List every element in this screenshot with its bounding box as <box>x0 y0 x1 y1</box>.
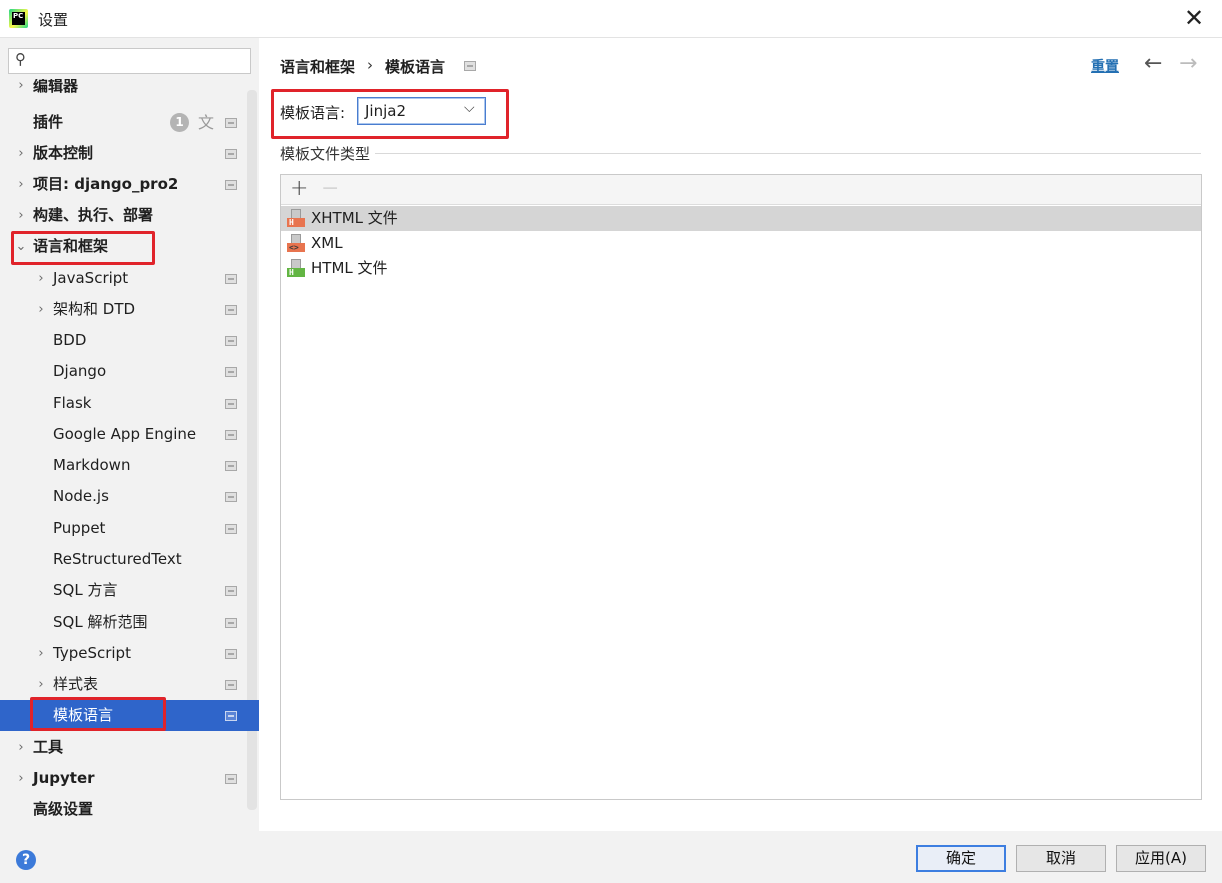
project-scope-icon <box>225 180 237 190</box>
dialog-footer: ? 确定 取消 应用(A) <box>0 831 1222 883</box>
highlight-box <box>30 697 166 731</box>
project-scope-icon <box>225 680 237 690</box>
settings-sidebar: ⚲ › 编辑器 插件 1 文 › 版本控制 › 项目: django_pro2 … <box>0 38 259 831</box>
sidebar-item-schemas-dtd[interactable]: › 架构和 DTD <box>0 294 259 325</box>
chevron-right-icon: › <box>18 208 24 223</box>
project-scope-icon <box>225 618 237 628</box>
sidebar-item-tools[interactable]: › 工具 <box>0 732 259 763</box>
add-icon[interactable]: + <box>290 176 308 201</box>
chevron-right-icon: › <box>18 146 24 161</box>
chevron-right-icon: › <box>38 271 44 286</box>
project-scope-icon <box>225 399 237 409</box>
search-icon: ⚲ <box>15 50 26 68</box>
project-scope-icon <box>225 774 237 784</box>
project-scope-icon <box>225 367 237 377</box>
list-item[interactable]: <> XML <box>281 231 1201 256</box>
project-scope-icon <box>225 274 237 284</box>
sidebar-item-sql-resolution-scopes[interactable]: SQL 解析范围 <box>0 607 259 638</box>
apply-button[interactable]: 应用(A) <box>1116 845 1206 872</box>
project-scope-icon <box>225 305 237 315</box>
remove-icon[interactable]: − <box>321 176 339 201</box>
project-scope-icon <box>225 492 237 502</box>
group-separator <box>375 153 1201 154</box>
sidebar-item-vcs[interactable]: › 版本控制 <box>0 138 259 169</box>
search-input[interactable]: ⚲ <box>8 48 251 74</box>
chevron-right-icon: › <box>18 771 24 786</box>
sidebar-item-editor[interactable]: › 编辑器 <box>0 79 259 101</box>
sidebar-item-plugins[interactable]: 插件 1 文 <box>0 107 259 138</box>
sidebar-item-nodejs[interactable]: Node.js <box>0 481 259 512</box>
project-scope-icon <box>464 61 476 71</box>
list-item[interactable]: H XHTML 文件 <box>281 206 1201 231</box>
chevron-right-icon: › <box>38 677 44 692</box>
project-scope-icon <box>225 461 237 471</box>
project-scope-icon <box>225 524 237 534</box>
html-file-icon: H <box>287 259 305 278</box>
sidebar-item-javascript[interactable]: › JavaScript <box>0 263 259 294</box>
sidebar-item-restructuredtext[interactable]: ReStructuredText <box>0 544 259 575</box>
file-types-list: + − H XHTML 文件 <> XML H HTML 文件 <box>280 174 1202 800</box>
title-bar: PC 设置 ✕ <box>0 0 1222 38</box>
project-scope-icon <box>225 430 237 440</box>
sidebar-item-puppet[interactable]: Puppet <box>0 513 259 544</box>
chevron-right-icon: › <box>38 302 44 317</box>
sidebar-item-typescript[interactable]: › TypeScript <box>0 638 259 669</box>
sidebar-item-sql-dialects[interactable]: SQL 方言 <box>0 575 259 606</box>
sidebar-item-build[interactable]: › 构建、执行、部署 <box>0 200 259 231</box>
highlight-box <box>271 89 509 139</box>
breadcrumb-separator: › <box>367 56 373 74</box>
window-title: 设置 <box>38 11 69 29</box>
file-types-group-title: 模板文件类型 <box>280 145 371 163</box>
close-icon[interactable]: ✕ <box>1183 6 1205 30</box>
highlight-box <box>11 231 155 265</box>
ok-button[interactable]: 确定 <box>916 845 1006 872</box>
xhtml-file-icon: H <box>287 209 305 228</box>
project-scope-icon <box>225 336 237 346</box>
settings-content: 语言和框架 › 模板语言 重置 ← → 模板语言: Jinja2 ⌵ 模板文件类… <box>259 38 1222 831</box>
forward-arrow-icon[interactable]: → <box>1179 51 1197 76</box>
reset-link[interactable]: 重置 <box>1091 56 1119 76</box>
chevron-right-icon: › <box>18 79 24 93</box>
chevron-right-icon: › <box>38 646 44 661</box>
sidebar-item-markdown[interactable]: Markdown <box>0 450 259 481</box>
cancel-button[interactable]: 取消 <box>1016 845 1106 872</box>
pycharm-app-icon: PC <box>9 9 28 28</box>
sidebar-item-project[interactable]: › 项目: django_pro2 <box>0 169 259 200</box>
chevron-right-icon: › <box>18 740 24 755</box>
list-toolbar: + − <box>281 175 1201 205</box>
sidebar-item-django[interactable]: Django <box>0 356 259 387</box>
project-scope-icon <box>225 118 237 128</box>
sidebar-item-google-app-engine[interactable]: Google App Engine <box>0 419 259 450</box>
update-count-badge: 1 <box>170 113 189 132</box>
xml-file-icon: <> <box>287 234 305 253</box>
chevron-right-icon: › <box>18 177 24 192</box>
help-icon[interactable]: ? <box>16 850 36 870</box>
back-arrow-icon[interactable]: ← <box>1144 51 1162 76</box>
sidebar-item-flask[interactable]: Flask <box>0 388 259 419</box>
translate-icon: 文 <box>198 113 215 132</box>
sidebar-item-advanced-settings[interactable]: 高级设置 <box>0 794 259 825</box>
breadcrumb-parent[interactable]: 语言和框架 <box>280 56 355 77</box>
project-scope-icon <box>225 586 237 596</box>
breadcrumb-current: 模板语言 <box>385 58 446 76</box>
project-scope-icon <box>225 711 237 721</box>
sidebar-item-jupyter[interactable]: › Jupyter <box>0 763 259 794</box>
project-scope-icon <box>225 649 237 659</box>
project-scope-icon <box>225 149 237 159</box>
sidebar-item-bdd[interactable]: BDD <box>0 325 259 356</box>
list-item[interactable]: H HTML 文件 <box>281 256 1201 281</box>
sidebar-item-style-sheets[interactable]: › 样式表 <box>0 669 259 700</box>
